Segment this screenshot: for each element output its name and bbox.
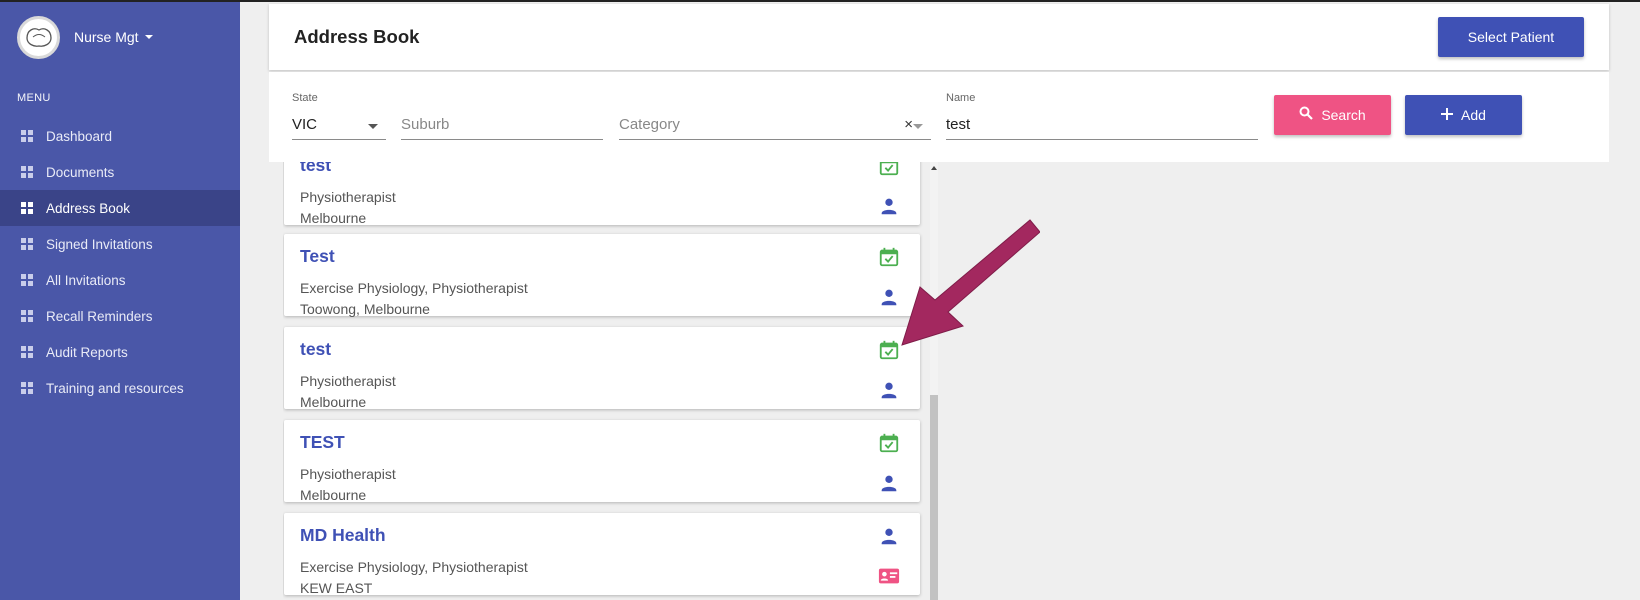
sidebar-item-label: Address Book — [46, 200, 131, 216]
list-item[interactable]: test Physiotherapist Melbourne — [284, 327, 920, 410]
select-patient-button[interactable]: Select Patient — [1438, 17, 1584, 57]
state-value: VIC — [292, 116, 318, 133]
contact-location: Toowong, Melbourne — [300, 301, 430, 317]
contact-types: Physiotherapist — [300, 466, 396, 482]
state-select[interactable]: State VIC — [292, 92, 386, 140]
state-label: State — [292, 92, 318, 104]
logo — [17, 15, 60, 59]
suburb-field[interactable]: Suburb — [401, 92, 603, 140]
name-field[interactable]: Name test — [946, 92, 1258, 140]
contact-name[interactable]: MD Health — [300, 525, 386, 546]
clear-icon[interactable]: × — [904, 116, 913, 133]
search-icon — [1299, 106, 1314, 124]
search-button-label: Search — [1321, 107, 1366, 123]
contact-location: KEW EAST — [300, 580, 373, 596]
contact-location: Melbourne — [300, 394, 367, 410]
filter-bar: State VIC Suburb Category × Name test Se… — [269, 72, 1609, 162]
plus-icon — [1441, 107, 1454, 124]
category-placeholder: Category — [619, 116, 680, 133]
contact-location: Melbourne — [300, 210, 367, 226]
contact-types: Exercise Physiology, Physiotherapist — [300, 559, 528, 575]
name-value: test — [946, 116, 971, 133]
calendar-check-icon[interactable] — [878, 432, 900, 454]
search-button[interactable]: Search — [1274, 95, 1391, 135]
brand-label: Nurse Mgt — [74, 29, 139, 45]
sidebar-item-signed-invitations[interactable]: Signed Invitations — [0, 226, 240, 262]
sidebar-item-label: Documents — [46, 164, 115, 180]
brand-name[interactable]: Nurse Mgt — [74, 29, 153, 45]
contact-types: Physiotherapist — [300, 189, 396, 205]
list-item[interactable]: test Physiotherapist Melbourne — [284, 162, 920, 226]
scrollbar-thumb[interactable] — [930, 395, 938, 600]
sidebar-item-documents[interactable]: Documents — [0, 154, 240, 190]
dashboard-icon — [21, 202, 33, 214]
sidebar-item-address-book[interactable]: Address Book — [0, 190, 240, 226]
sidebar-item-label: Recall Reminders — [46, 308, 153, 324]
contact-name[interactable]: test — [300, 339, 331, 360]
person-icon[interactable] — [878, 379, 900, 401]
dashboard-icon — [21, 310, 33, 322]
calendar-check-icon[interactable] — [878, 162, 900, 177]
dashboard-icon — [21, 346, 33, 358]
list-item[interactable]: TEST Physiotherapist Melbourne — [284, 420, 920, 503]
sidebar: Nurse Mgt MENU Dashboard Documents Addre… — [0, 2, 240, 600]
add-button[interactable]: Add — [1405, 95, 1522, 135]
sidebar-item-label: Signed Invitations — [46, 236, 153, 252]
person-icon[interactable] — [878, 525, 900, 547]
contact-name[interactable]: Test — [300, 246, 335, 267]
page-header: Address Book Select Patient — [269, 4, 1609, 70]
contact-card-icon[interactable] — [878, 565, 900, 587]
add-button-label: Add — [1461, 107, 1486, 123]
category-select[interactable]: Category × — [619, 92, 931, 140]
suburb-placeholder: Suburb — [401, 116, 450, 133]
dashboard-icon — [21, 166, 33, 178]
dashboard-icon — [21, 382, 33, 394]
scroll-up-arrow-icon[interactable] — [931, 166, 937, 170]
name-label: Name — [946, 92, 976, 104]
contact-location: Melbourne — [300, 487, 367, 503]
contact-types: Exercise Physiology, Physiotherapist — [300, 280, 528, 296]
person-icon[interactable] — [878, 472, 900, 494]
annotation-arrow-icon — [901, 219, 1040, 346]
sidebar-item-recall-reminders[interactable]: Recall Reminders — [0, 298, 240, 334]
sidebar-item-label: Training and resources — [46, 380, 184, 396]
list-item[interactable]: Test Exercise Physiology, Physiotherapis… — [284, 234, 920, 317]
sidebar-item-audit-reports[interactable]: Audit Reports — [0, 334, 240, 370]
results-list: test Physiotherapist Melbourne Test Exer… — [283, 162, 923, 600]
chevron-down-icon — [144, 35, 153, 39]
contact-name[interactable]: test — [300, 162, 331, 176]
dashboard-icon — [21, 130, 33, 142]
contact-types: Physiotherapist — [300, 373, 396, 389]
sidebar-item-training[interactable]: Training and resources — [0, 370, 240, 406]
sidebar-item-label: Dashboard — [46, 128, 113, 144]
sidebar-item-all-invitations[interactable]: All Invitations — [0, 262, 240, 298]
menu-title: MENU — [17, 92, 51, 104]
contact-name[interactable]: TEST — [300, 432, 345, 453]
sidebar-item-dashboard[interactable]: Dashboard — [0, 118, 240, 154]
list-item[interactable]: MD Health Exercise Physiology, Physiothe… — [284, 513, 920, 596]
brand[interactable]: Nurse Mgt — [0, 2, 240, 72]
page-title: Address Book — [294, 26, 420, 47]
sidebar-item-label: All Invitations — [46, 272, 126, 288]
dashboard-icon — [21, 238, 33, 250]
dashboard-icon — [21, 274, 33, 286]
sidebar-item-label: Audit Reports — [46, 344, 128, 360]
dropdown-arrow-icon — [368, 124, 378, 129]
dropdown-arrow-icon — [913, 124, 923, 129]
